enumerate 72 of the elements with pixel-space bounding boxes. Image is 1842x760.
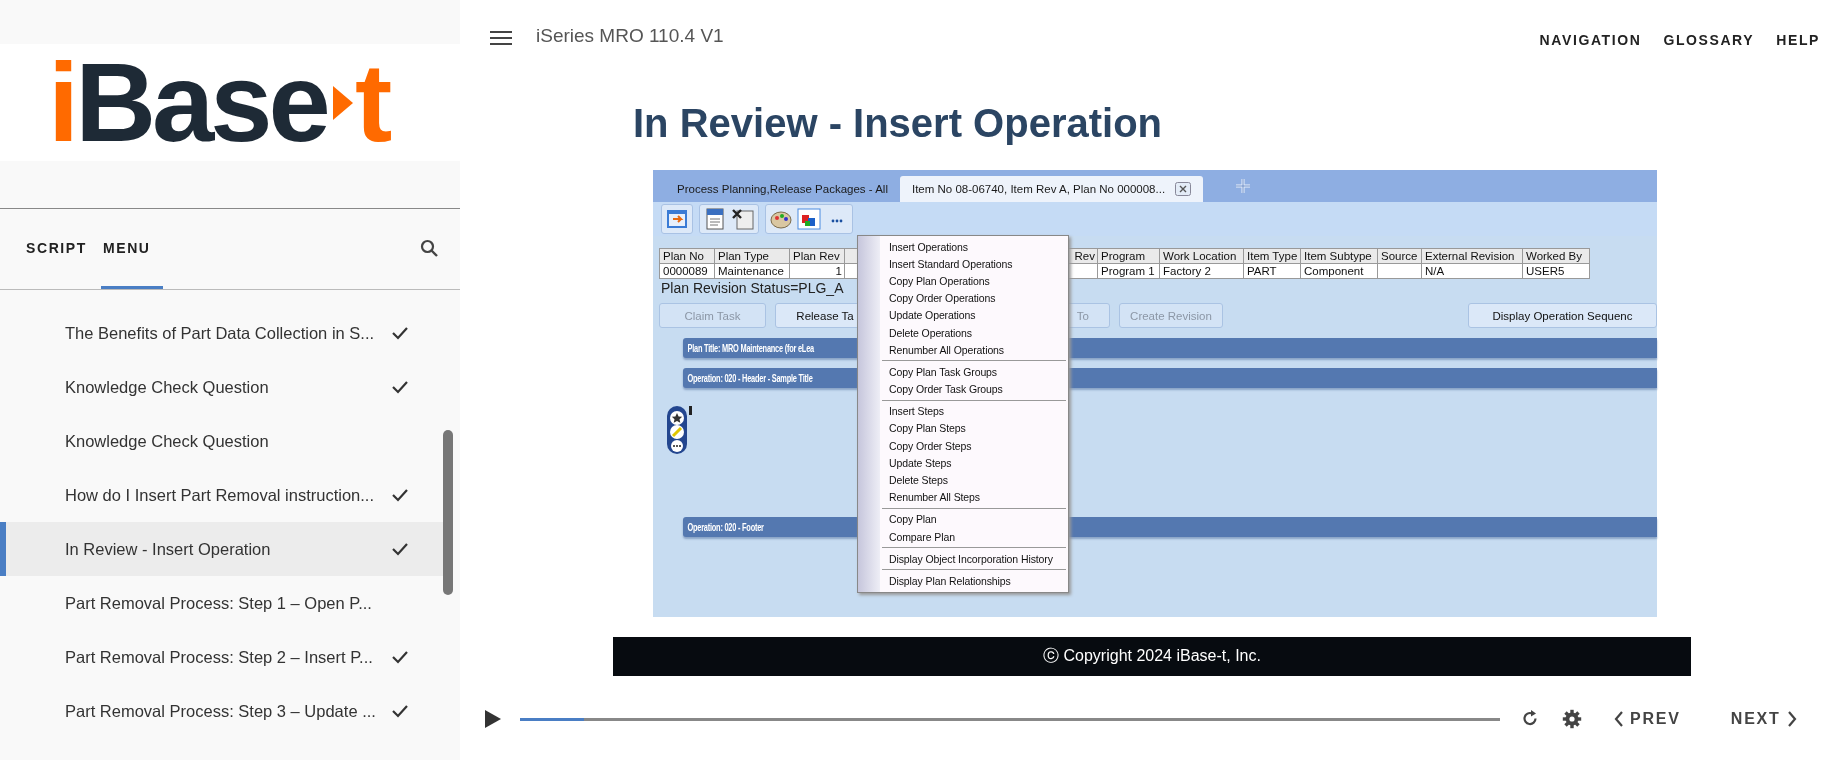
operation-footer: Operation: 020 - Footer [683, 521, 764, 533]
menu-item[interactable]: Knowledge Check Question [0, 414, 444, 468]
scrollbar[interactable] [443, 430, 453, 595]
menu-item[interactable]: In Review - Insert Operation [0, 522, 444, 576]
copyright-text: ⓒ Copyright 2024 iBase-t, Inc. [1043, 646, 1261, 666]
nav-link[interactable]: HELP [1776, 31, 1820, 48]
chevron-left-icon [1614, 711, 1624, 727]
context-menu-item[interactable]: Display Plan Relationships [858, 572, 1068, 590]
menu-item[interactable]: Part Removal Process: Step 1 – Open P... [0, 576, 444, 630]
table-cell: N/A [1421, 263, 1523, 279]
column-header: Worked By [1522, 248, 1590, 264]
chart-icon[interactable] [796, 207, 822, 231]
plan-title: Plan Title: MRO Maintenance (for eLea [686, 342, 814, 354]
document-tab[interactable]: Process Planning,Release Packages - All [665, 176, 900, 202]
column-header: Work Location [1159, 248, 1244, 264]
nav-link[interactable]: NAVIGATION [1539, 31, 1642, 48]
context-menu-item[interactable]: Copy Order Steps [858, 437, 1068, 455]
document-tab[interactable]: Item No 08-06740, Item Rev A, Plan No 000008... [899, 176, 1204, 202]
menu-item[interactable]: Part Removal Process: Step 2 – Insert P... [0, 630, 444, 684]
menu-item[interactable]: Part Removal Process: Step 3 – Update ... [0, 684, 444, 738]
table-cell: Maintenance [714, 263, 790, 279]
context-menu-item[interactable]: Renumber All Steps [858, 488, 1068, 506]
nav-link[interactable]: GLOSSARY [1663, 31, 1755, 48]
search-icon[interactable] [420, 239, 438, 257]
table-cell: USER5 [1522, 263, 1590, 279]
menu-icon[interactable] [490, 29, 512, 46]
tool-palette-drawing [665, 404, 693, 456]
menu-item[interactable]: Knowledge Check Question [0, 360, 444, 414]
delete-icon[interactable] [730, 207, 756, 231]
context-menu-item[interactable]: Copy Plan [858, 510, 1068, 528]
column-header: Source [1377, 248, 1422, 264]
context-menu-item[interactable]: Display Object Incorporation History [858, 550, 1068, 568]
action-button[interactable]: Display Operation Sequenc [1468, 303, 1657, 328]
status-text: Plan Revision Status=PLG_A [661, 280, 844, 296]
context-menu-item[interactable]: Delete Steps [858, 471, 1068, 489]
sidebar-tab[interactable]: SCRIPT [24, 209, 99, 289]
table-cell: Component [1300, 263, 1378, 279]
column-header: Item Subtype [1300, 248, 1378, 264]
context-menu-item[interactable]: Copy Plan Operations [858, 272, 1068, 290]
context-menu-item[interactable]: Insert Steps [858, 402, 1068, 420]
column-header: Item Type [1243, 248, 1301, 264]
menu-item[interactable]: The Benefits of Part Data Collection in S... [0, 306, 444, 360]
prev-button[interactable]: PREV [1608, 709, 1687, 729]
table-cell: PART [1243, 263, 1301, 279]
context-menu-item[interactable]: Compare Plan [858, 528, 1068, 546]
context-menu-item[interactable]: Copy Plan Steps [858, 419, 1068, 438]
table-cell: Factory 2 [1159, 263, 1244, 279]
settings-icon[interactable] [1562, 709, 1582, 729]
course-title: iSeries MRO 110.4 V1 [536, 24, 725, 47]
table-cell: 0000089 [659, 263, 715, 279]
logo: iBase t [48, 46, 389, 159]
operation-header: Operation: 020 - Header - Sample Title [686, 372, 813, 384]
menu-item[interactable]: How do I Insert Part Removal instruction... [0, 468, 444, 522]
context-menu-item[interactable]: Copy Order Task Groups [858, 380, 1068, 398]
window-icon[interactable] [664, 207, 690, 231]
table-cell: Program 1 [1097, 263, 1160, 279]
column-header: Plan Type [714, 248, 790, 264]
table-cell: 1 [789, 263, 845, 279]
play-button[interactable] [484, 709, 502, 729]
column-header: External Revision [1421, 248, 1523, 264]
sidebar-tab[interactable]: MENU [100, 209, 163, 289]
chevron-right-icon [1786, 711, 1797, 727]
column-header: Program [1097, 248, 1160, 264]
context-menu-item[interactable]: Copy Plan Task Groups [858, 363, 1068, 381]
progress-track[interactable] [520, 717, 1500, 721]
column-header: Plan No [659, 248, 715, 264]
context-menu-item[interactable]: Update Steps [858, 454, 1068, 472]
next-button[interactable]: NEXT [1724, 709, 1803, 729]
slide-heading: In Review - Insert Operation [633, 100, 1163, 147]
column-header: Plan Rev [789, 248, 845, 264]
context-menu-item[interactable]: Renumber All Operations [858, 341, 1068, 359]
close-icon[interactable] [1175, 182, 1192, 196]
